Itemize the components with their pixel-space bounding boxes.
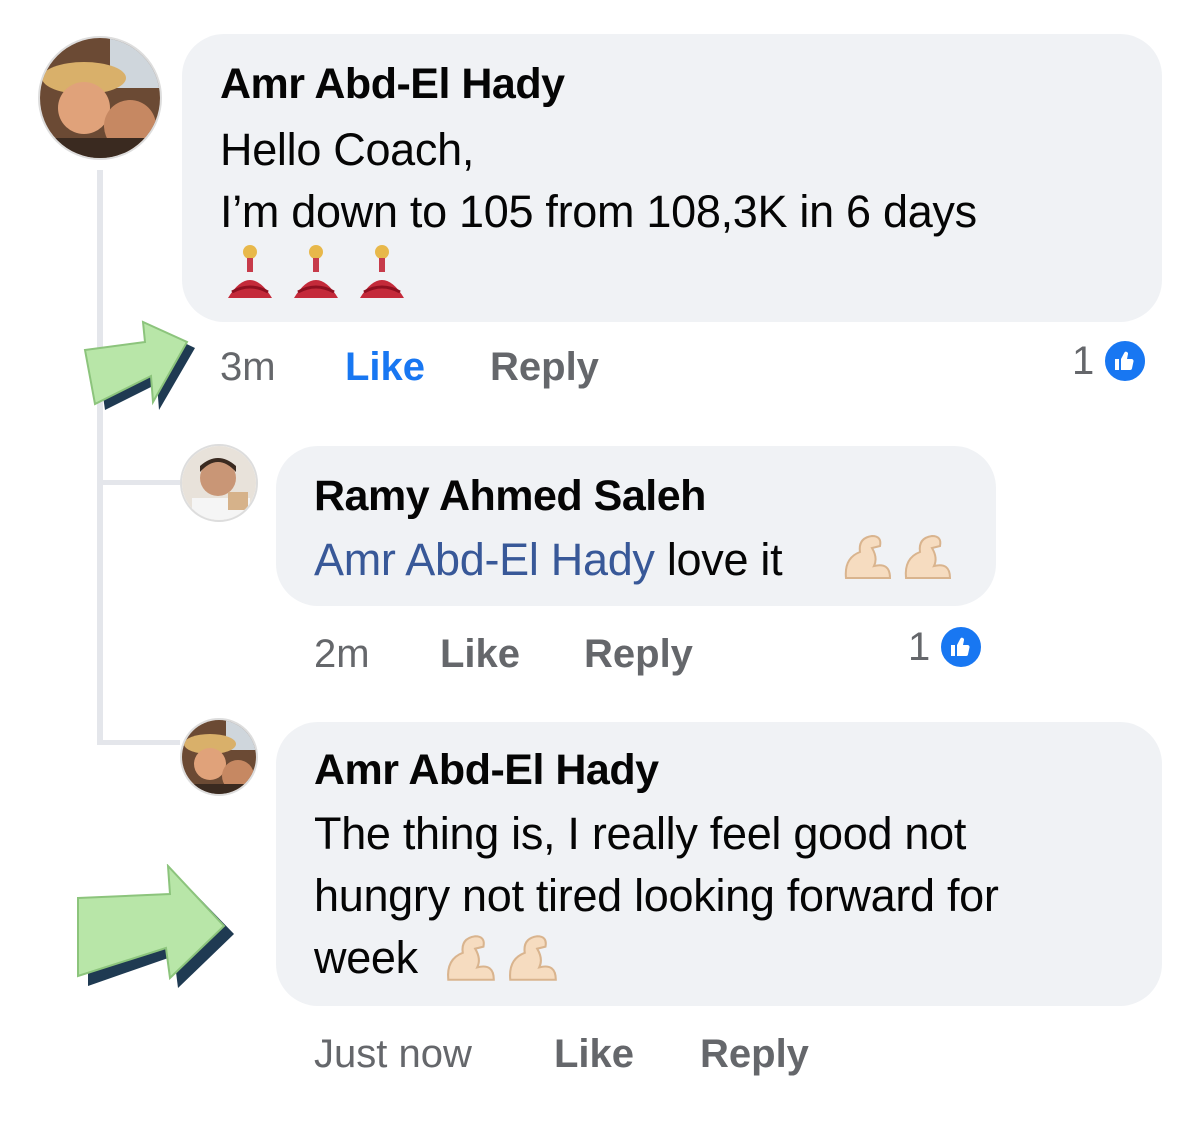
comment-text: Amr Abd-El Hady love it <box>314 534 783 586</box>
dancer-emoji <box>228 245 272 298</box>
comment-author[interactable]: Amr Abd-El Hady <box>220 60 565 109</box>
comment-text: The thing is, I really feel good not <box>314 808 967 859</box>
like-button[interactable]: Like <box>345 345 425 390</box>
comment-text: week <box>314 932 418 983</box>
avatar[interactable] <box>38 36 162 160</box>
comment-text-body: love it <box>654 534 783 585</box>
thread-branch <box>100 480 180 485</box>
comment-author[interactable]: Ramy Ahmed Saleh <box>314 472 706 521</box>
flexed-biceps-emoji <box>904 534 952 579</box>
reply-button[interactable]: Reply <box>584 632 693 677</box>
avatar[interactable] <box>180 718 258 796</box>
emoji-row <box>220 242 412 302</box>
arrow-annotation <box>83 320 195 410</box>
thread-branch <box>100 740 180 745</box>
flexed-biceps-emoji <box>844 534 892 579</box>
comment-text: I’m down to 105 from 108,3K in 6 days <box>220 186 977 237</box>
comment-timestamp[interactable]: Just now <box>314 1032 472 1077</box>
thumbs-up-icon <box>938 624 985 670</box>
flexed-biceps-emoji <box>509 935 557 981</box>
comment-text: hungry not tired looking forward for <box>314 870 999 921</box>
dancer-emoji <box>360 245 404 298</box>
arrow-annotation <box>77 864 234 988</box>
comment-author[interactable]: Amr Abd-El Hady <box>314 746 659 795</box>
like-button[interactable]: Like <box>554 1032 634 1077</box>
reply-button[interactable]: Reply <box>490 345 599 390</box>
emoji-row <box>440 928 562 988</box>
comment-timestamp[interactable]: 3m <box>220 345 276 390</box>
comment-timestamp[interactable]: 2m <box>314 632 370 677</box>
reaction-count: 1 <box>1072 338 1095 383</box>
reaction-summary[interactable]: 1 <box>908 624 985 670</box>
comment-text: Hello Coach, <box>220 124 475 175</box>
thumbs-up-icon <box>1102 338 1149 384</box>
reply-button[interactable]: Reply <box>700 1032 809 1077</box>
flexed-biceps-emoji <box>447 935 495 981</box>
dancer-emoji <box>294 245 338 298</box>
thread-line <box>97 170 103 745</box>
avatar[interactable] <box>180 444 258 522</box>
like-button[interactable]: Like <box>440 632 520 677</box>
emoji-row <box>838 528 956 586</box>
reaction-count: 1 <box>908 624 931 669</box>
mention-link[interactable]: Amr Abd-El Hady <box>314 534 655 585</box>
reaction-summary[interactable]: 1 <box>1072 338 1149 384</box>
